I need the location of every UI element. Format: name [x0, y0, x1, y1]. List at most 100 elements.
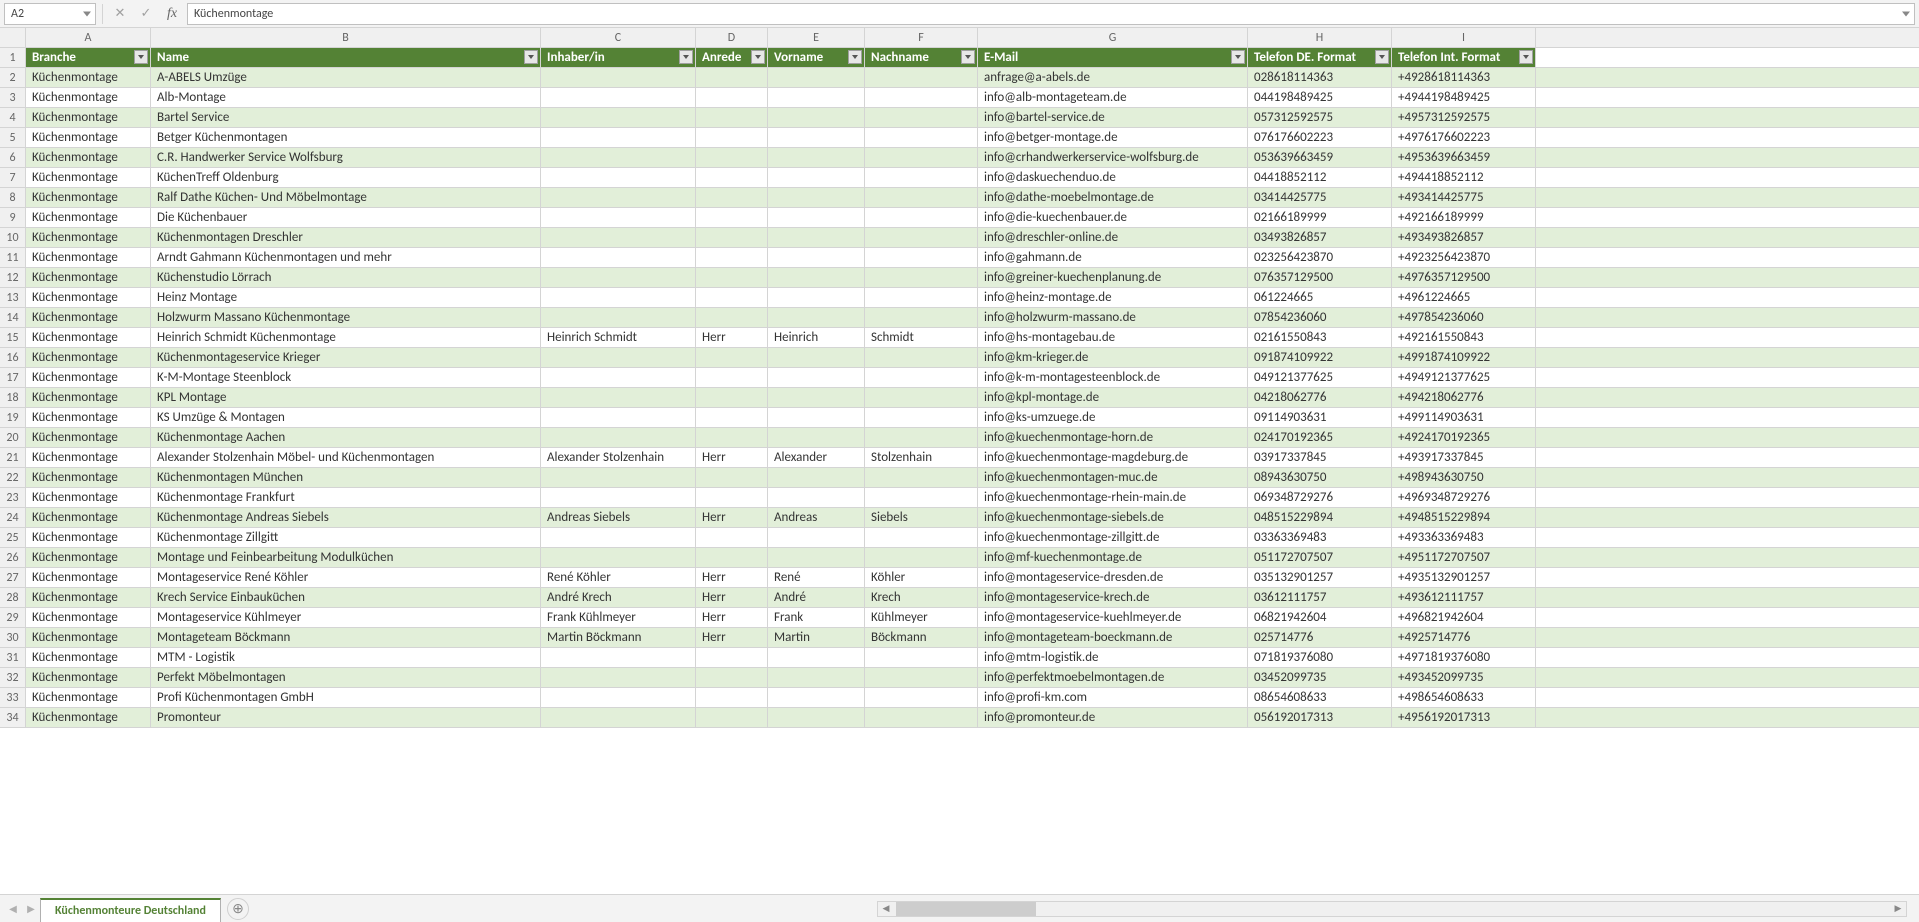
cell[interactable]: Küchenmontage — [26, 188, 151, 207]
cell[interactable] — [541, 408, 696, 427]
cell[interactable] — [696, 148, 768, 167]
cell[interactable]: 06821942604 — [1248, 608, 1392, 627]
cell[interactable]: +492161550843 — [1392, 328, 1536, 347]
cell[interactable]: Küchenmontage — [26, 208, 151, 227]
cell[interactable]: info@k-m-montagesteenblock.de — [978, 368, 1248, 387]
filter-dropdown-icon[interactable] — [961, 50, 975, 64]
cell[interactable]: KüchenTreff Oldenburg — [151, 168, 541, 187]
filter-dropdown-icon[interactable] — [1375, 50, 1389, 64]
row-header[interactable]: 5 — [0, 128, 26, 147]
cell[interactable] — [541, 268, 696, 287]
cell[interactable]: André — [768, 588, 865, 607]
cell[interactable] — [696, 388, 768, 407]
cell[interactable] — [541, 428, 696, 447]
cell[interactable] — [541, 88, 696, 107]
cell[interactable]: 08943630750 — [1248, 468, 1392, 487]
cell[interactable]: Montageservice Kühlmeyer — [151, 608, 541, 627]
cell[interactable]: +4948515229894 — [1392, 508, 1536, 527]
row-header[interactable]: 15 — [0, 328, 26, 347]
cell[interactable] — [768, 228, 865, 247]
cell[interactable]: info@kuechenmontage-magdeburg.de — [978, 448, 1248, 467]
cell[interactable] — [696, 668, 768, 687]
cell[interactable]: K-M-Montage Steenblock — [151, 368, 541, 387]
cell[interactable] — [541, 368, 696, 387]
cell[interactable]: 02166189999 — [1248, 208, 1392, 227]
cell[interactable]: +4976176602223 — [1392, 128, 1536, 147]
cell[interactable] — [865, 288, 978, 307]
cell[interactable]: Küchenmontagen Dreschler — [151, 228, 541, 247]
column-header[interactable]: H — [1248, 28, 1392, 47]
cell[interactable]: 056192017313 — [1248, 708, 1392, 727]
cell[interactable]: +493363369483 — [1392, 528, 1536, 547]
cell[interactable] — [865, 208, 978, 227]
cell[interactable]: +4924170192365 — [1392, 428, 1536, 447]
cell[interactable]: +493612111757 — [1392, 588, 1536, 607]
filter-dropdown-icon[interactable] — [848, 50, 862, 64]
cell[interactable]: info@die-kuechenbauer.de — [978, 208, 1248, 227]
cell[interactable] — [865, 248, 978, 267]
cell[interactable] — [696, 408, 768, 427]
cell[interactable]: Küchenmontage — [26, 248, 151, 267]
cell[interactable]: Küchenmontage — [26, 588, 151, 607]
cell[interactable] — [865, 488, 978, 507]
cell[interactable]: Küchenmontage — [26, 408, 151, 427]
cell[interactable]: 076176602223 — [1248, 128, 1392, 147]
row-header[interactable]: 13 — [0, 288, 26, 307]
cell[interactable]: Küchenmontage — [26, 508, 151, 527]
cell[interactable]: +498943630750 — [1392, 468, 1536, 487]
cell[interactable] — [696, 348, 768, 367]
cell[interactable]: Küchenmontage — [26, 68, 151, 87]
cell[interactable]: 049121377625 — [1248, 368, 1392, 387]
cell[interactable] — [696, 428, 768, 447]
row-header[interactable]: 28 — [0, 588, 26, 607]
header-email[interactable]: E-Mail — [978, 48, 1248, 67]
cell[interactable]: Montage und Feinbearbeitung Modulküchen — [151, 548, 541, 567]
cell[interactable]: Küchenmontage — [26, 528, 151, 547]
cell[interactable]: Montageservice René Köhler — [151, 568, 541, 587]
cell[interactable]: info@kpl-montage.de — [978, 388, 1248, 407]
row-header[interactable]: 9 — [0, 208, 26, 227]
cell[interactable] — [541, 288, 696, 307]
cell[interactable] — [541, 668, 696, 687]
cell[interactable] — [768, 148, 865, 167]
cell[interactable]: Küchenmontage — [26, 648, 151, 667]
cell[interactable]: info@betger-montage.de — [978, 128, 1248, 147]
filter-dropdown-icon[interactable] — [751, 50, 765, 64]
cell[interactable] — [865, 368, 978, 387]
cell[interactable]: Küchenmontagen München — [151, 468, 541, 487]
column-header[interactable]: F — [865, 28, 978, 47]
cell[interactable] — [768, 708, 865, 727]
row-header[interactable]: 27 — [0, 568, 26, 587]
cell[interactable]: Andreas Siebels — [541, 508, 696, 527]
cell[interactable]: Alb-Montage — [151, 88, 541, 107]
row-header[interactable]: 2 — [0, 68, 26, 87]
cell[interactable] — [865, 308, 978, 327]
cell[interactable]: Küchenmontage — [26, 488, 151, 507]
cell[interactable]: +4935132901257 — [1392, 568, 1536, 587]
cell[interactable] — [696, 68, 768, 87]
cell[interactable]: KS Umzüge & Montagen — [151, 408, 541, 427]
cell[interactable] — [865, 168, 978, 187]
header-branche[interactable]: Branche — [26, 48, 151, 67]
cell[interactable]: Kühlmeyer — [865, 608, 978, 627]
cell[interactable]: Küchenmontage — [26, 308, 151, 327]
cell[interactable]: info@holzwurm-massano.de — [978, 308, 1248, 327]
cell[interactable]: info@montageteam-boeckmann.de — [978, 628, 1248, 647]
cell[interactable]: 044198489425 — [1248, 88, 1392, 107]
cell[interactable]: Heinz Montage — [151, 288, 541, 307]
cell[interactable] — [696, 648, 768, 667]
cell[interactable]: info@profi-km.com — [978, 688, 1248, 707]
cell[interactable]: Heinrich — [768, 328, 865, 347]
cell[interactable] — [696, 248, 768, 267]
cell[interactable]: info@alb-montageteam.de — [978, 88, 1248, 107]
cell[interactable]: +4956192017313 — [1392, 708, 1536, 727]
cell[interactable]: Profi Küchenmontagen GmbH — [151, 688, 541, 707]
cell[interactable]: 053639663459 — [1248, 148, 1392, 167]
row-header[interactable]: 11 — [0, 248, 26, 267]
cell[interactable]: Küchenmontage — [26, 388, 151, 407]
cell[interactable]: André Krech — [541, 588, 696, 607]
cell[interactable] — [696, 688, 768, 707]
row-header[interactable]: 33 — [0, 688, 26, 707]
cell[interactable]: +4953639663459 — [1392, 148, 1536, 167]
cell[interactable]: Küchenstudio Lörrach — [151, 268, 541, 287]
